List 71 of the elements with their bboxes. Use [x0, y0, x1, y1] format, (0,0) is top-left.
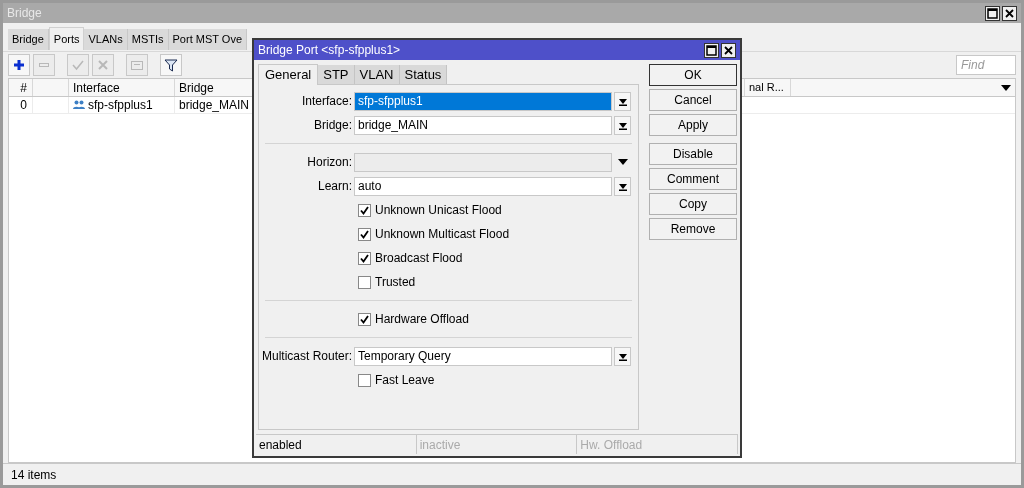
checkbox[interactable] — [358, 373, 371, 387]
column-header[interactable]: # — [9, 79, 33, 96]
field-label: Multicast Router: — [261, 348, 352, 365]
field-label: Horizon: — [307, 154, 352, 171]
dropdown-button[interactable] — [614, 176, 631, 196]
checkbox[interactable] — [358, 251, 371, 265]
dialog-button[interactable]: Comment — [649, 168, 737, 190]
dialog-button[interactable]: OK — [649, 64, 737, 86]
close-icon[interactable] — [721, 42, 736, 58]
dropdown-button[interactable] — [614, 115, 631, 135]
table-cell-text: bridge_MAIN — [178, 97, 247, 113]
dialog-button[interactable]: Disable — [649, 143, 737, 165]
tab[interactable]: STP — [318, 65, 355, 84]
column-header[interactable]: nal R... — [745, 79, 791, 96]
field-label: Bridge: — [313, 117, 352, 134]
dialog-button[interactable]: Copy — [649, 193, 737, 215]
find-input[interactable]: Find — [961, 56, 1011, 74]
tab[interactable]: Ports — [48, 27, 85, 50]
tab[interactable]: MSTIs — [127, 29, 169, 50]
dialog-button[interactable]: Apply — [649, 114, 737, 136]
tab[interactable]: VLANs — [84, 29, 128, 50]
toolbar-button[interactable] — [160, 54, 182, 76]
field-label: Interface: — [301, 93, 352, 110]
checkbox-label: Unknown Unicast Flood — [375, 202, 502, 219]
status-field: inactive — [416, 435, 578, 454]
caret-icon[interactable] — [617, 159, 628, 165]
status-field: enabled — [256, 435, 417, 454]
checkbox[interactable] — [358, 312, 371, 326]
plus-icon — [11, 57, 27, 73]
find-field[interactable]: Find — [956, 55, 1016, 75]
checkbox-label: Fast Leave — [375, 372, 435, 389]
users-icon — [73, 100, 85, 110]
dialog-button[interactable]: Remove — [649, 218, 737, 240]
maximize-icon[interactable] — [704, 42, 719, 58]
caret-icon[interactable] — [1001, 84, 1011, 91]
checkbox[interactable] — [358, 227, 371, 241]
select-field[interactable]: auto — [354, 176, 612, 196]
window-title: Bridge — [7, 5, 42, 22]
column-header[interactable]: Interface — [69, 79, 175, 96]
field-label: Learn: — [317, 178, 352, 195]
input-field[interactable] — [354, 152, 612, 172]
tab[interactable]: Port MST Ove — [168, 29, 247, 50]
checkbox-label: Hardware Offload — [375, 311, 469, 328]
dropdown-button[interactable] — [614, 346, 631, 366]
status-field: Hw. Offload — [577, 435, 738, 454]
tab[interactable]: Bridge — [8, 29, 49, 50]
dropdown-arrow-icon — [617, 351, 628, 361]
maximize-icon[interactable] — [985, 5, 1000, 21]
toolbar-button[interactable] — [8, 54, 30, 76]
checkbox-label: Unknown Multicast Flood — [375, 226, 510, 243]
filter-icon — [163, 57, 179, 73]
dropdown-arrow-icon — [617, 181, 628, 191]
item-count: 14 items — [11, 466, 57, 484]
dialog-button[interactable]: Cancel — [649, 89, 737, 111]
checkbox[interactable] — [358, 275, 371, 289]
checkbox[interactable] — [358, 203, 371, 217]
tab[interactable]: Status — [399, 65, 448, 84]
checkbox-label: Broadcast Flood — [375, 250, 463, 267]
table-cell: 0 — [9, 97, 33, 113]
select-field[interactable]: sfp-sfpplus1 — [354, 91, 612, 111]
tab[interactable]: VLAN — [354, 65, 400, 84]
dropdown-arrow-icon — [617, 96, 628, 106]
select-field[interactable]: bridge_MAIN — [354, 115, 612, 135]
checkbox-label: Trusted — [375, 274, 416, 291]
table-cell-text: sfp-sfpplus1 — [88, 97, 153, 114]
select-field[interactable]: Temporary Query — [354, 346, 612, 366]
dropdown-button[interactable] — [614, 91, 631, 111]
close-icon[interactable] — [1002, 5, 1017, 21]
dialog-title: Bridge Port <sfp-sfpplus1> — [258, 42, 401, 59]
dropdown-arrow-icon — [617, 120, 628, 130]
tab[interactable]: General — [258, 64, 319, 85]
